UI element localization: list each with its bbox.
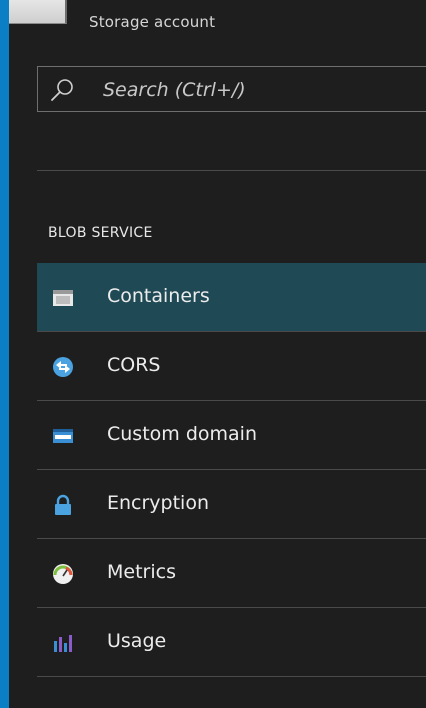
search-input[interactable]: Search (Ctrl+/): [37, 66, 426, 112]
usage-icon: [54, 635, 72, 652]
menu-item-cors[interactable]: CORS: [37, 332, 426, 401]
menu-label: Usage: [107, 630, 167, 652]
blade-header: Storage account: [9, 0, 426, 40]
menu-item-metrics[interactable]: Metrics: [37, 539, 426, 608]
menu-label: Containers: [107, 285, 210, 307]
cors-icon: [53, 357, 73, 377]
menu-item-containers[interactable]: Containers: [37, 263, 426, 332]
menu-label: Encryption: [107, 492, 210, 514]
metrics-icon: [53, 564, 73, 584]
menu-label: Custom domain: [107, 423, 257, 445]
search-placeholder: Search (Ctrl+/): [103, 79, 246, 101]
menu-item-encryption[interactable]: Encryption: [37, 470, 426, 539]
blob-service-menu: Containers CORS Custom domain Encryption…: [37, 263, 426, 677]
containers-icon: [53, 290, 73, 306]
divider: [37, 170, 426, 171]
menu-label: CORS: [107, 354, 161, 376]
section-header-blob-service: BLOB SERVICE: [48, 225, 153, 241]
menu-label: Metrics: [107, 561, 176, 583]
blade-panel: Storage account Search (Ctrl+/) BLOB SER…: [9, 0, 426, 708]
menu-item-custom-domain[interactable]: Custom domain: [37, 401, 426, 470]
lock-icon: [55, 494, 71, 515]
custom-domain-icon: [53, 429, 73, 443]
storage-account-icon: [9, 0, 67, 24]
search-icon: [51, 79, 73, 101]
menu-item-usage[interactable]: Usage: [37, 608, 426, 677]
blade-subtitle: Storage account: [89, 13, 216, 31]
